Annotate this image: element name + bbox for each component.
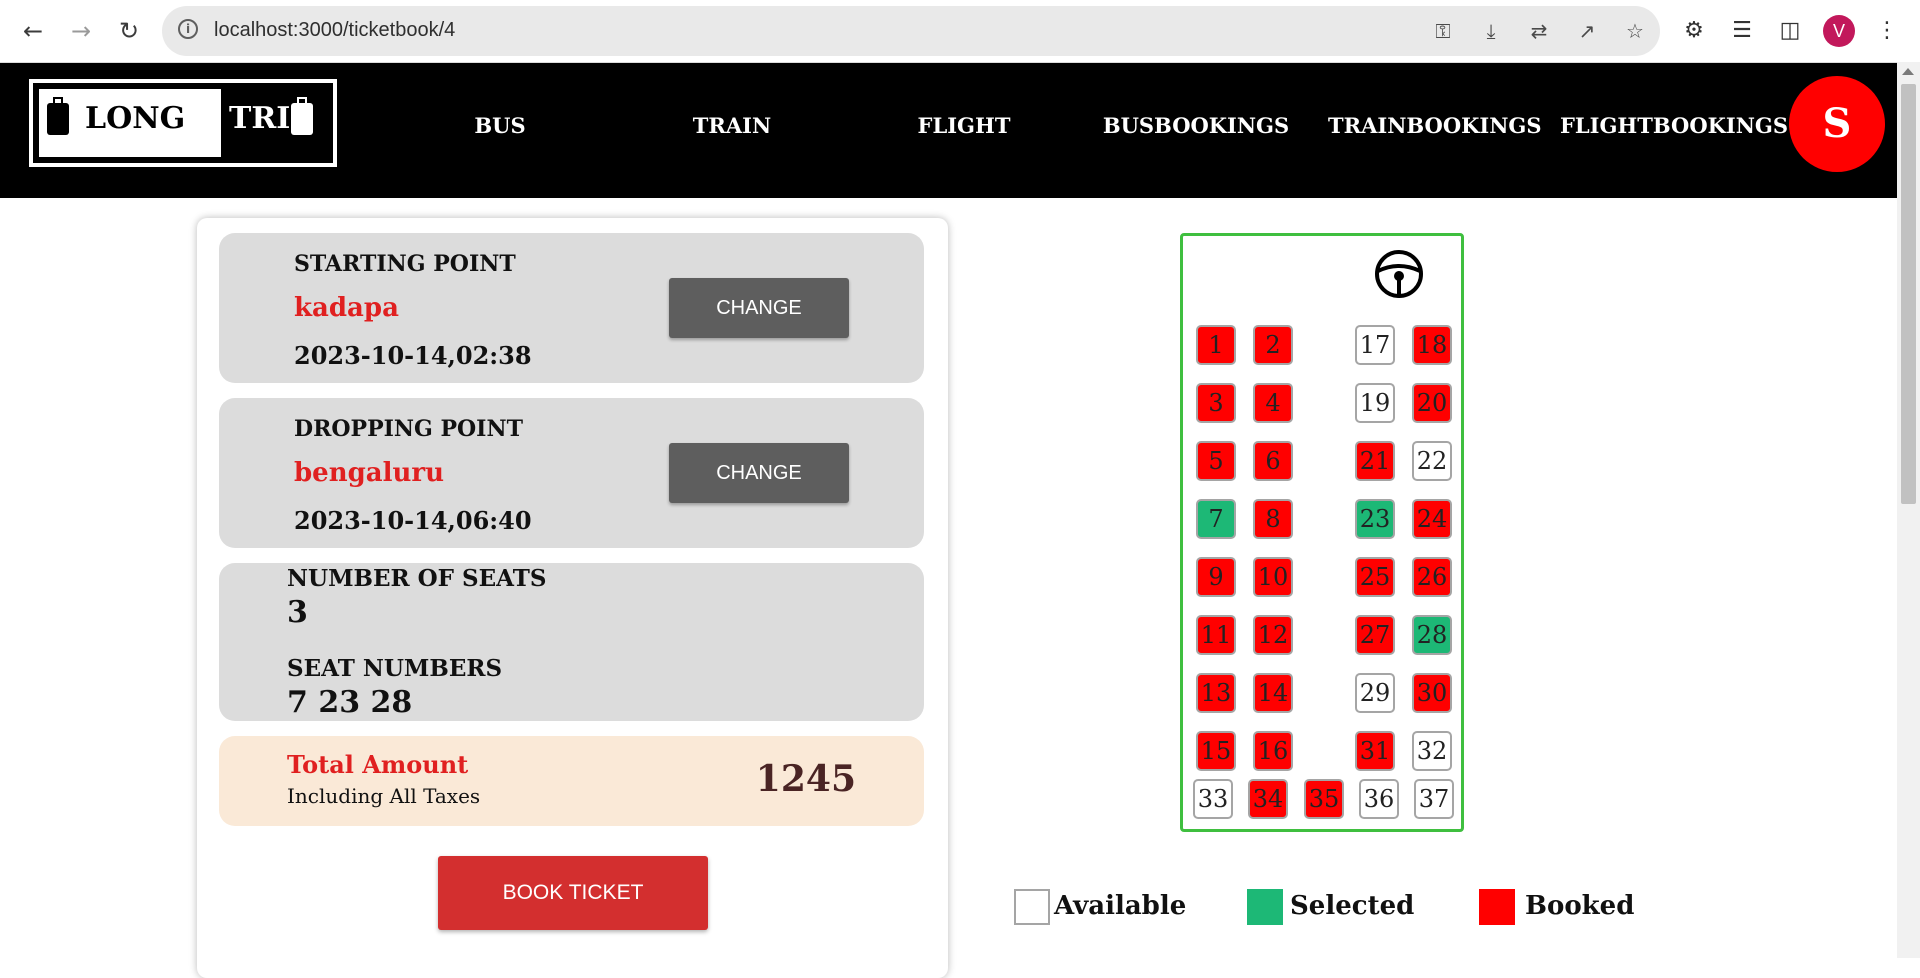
starting-point-place: kadapa	[294, 293, 399, 323]
seat-25[interactable]: 25	[1355, 557, 1395, 597]
total-amount-label: Total Amount	[287, 750, 469, 779]
back-icon[interactable]: ←	[14, 12, 52, 50]
browser-toolbar: ← → ↻ i localhost:3000/ticketbook/4 ⚿ ⤓ …	[0, 0, 1920, 63]
legend-selected-swatch	[1247, 889, 1283, 925]
share-icon[interactable]: ↗	[1574, 19, 1600, 43]
legend-booked-swatch	[1479, 889, 1515, 925]
seat-8[interactable]: 8	[1253, 499, 1293, 539]
seat-26[interactable]: 26	[1412, 557, 1452, 597]
seat-3[interactable]: 3	[1196, 383, 1236, 423]
seats-panel: NUMBER OF SEATS 3 SEAT NUMBERS 7 23 28	[219, 563, 924, 721]
scroll-up-arrow-icon[interactable]	[1902, 68, 1914, 75]
seat-2[interactable]: 2	[1253, 325, 1293, 365]
translate-icon[interactable]: ⇄	[1526, 19, 1552, 43]
seat-4[interactable]: 4	[1253, 383, 1293, 423]
nav-link-train[interactable]: TRAIN	[632, 113, 832, 138]
seat-numbers-label: SEAT NUMBERS	[287, 655, 503, 682]
legend-available-label: Available	[1054, 891, 1187, 921]
seat-22[interactable]: 22	[1412, 441, 1452, 481]
seat-count-value: 3	[287, 595, 308, 630]
dropping-point-datetime: 2023-10-14,06:40	[294, 506, 532, 535]
seat-12[interactable]: 12	[1253, 615, 1293, 655]
change-dropping-point-button[interactable]: CHANGE	[669, 443, 849, 503]
seat-27[interactable]: 27	[1355, 615, 1395, 655]
seat-14[interactable]: 14	[1253, 673, 1293, 713]
reload-icon[interactable]: ↻	[110, 12, 148, 50]
seat-1[interactable]: 1	[1196, 325, 1236, 365]
booking-summary-card: STARTING POINT kadapa 2023-10-14,02:38 C…	[197, 218, 948, 978]
seat-37[interactable]: 37	[1414, 779, 1454, 819]
side-panel-icon[interactable]: ◫	[1775, 16, 1805, 46]
seat-21[interactable]: 21	[1355, 441, 1395, 481]
browser-profile-avatar[interactable]: V	[1823, 15, 1855, 47]
seat-32[interactable]: 32	[1412, 731, 1452, 771]
seat-16[interactable]: 16	[1253, 731, 1293, 771]
scrollbar-thumb[interactable]	[1901, 84, 1916, 504]
logo-word-long: LONG	[85, 101, 186, 136]
total-amount-panel: Total Amount Including All Taxes 1245	[219, 736, 924, 826]
menu-kebab-icon[interactable]: ⋮	[1872, 16, 1902, 46]
seat-24[interactable]: 24	[1412, 499, 1452, 539]
seat-30[interactable]: 30	[1412, 673, 1452, 713]
url-text[interactable]: localhost:3000/ticketbook/4	[214, 19, 455, 42]
change-starting-point-button[interactable]: CHANGE	[669, 278, 849, 338]
total-amount-value: 1245	[755, 758, 856, 800]
seat-6[interactable]: 6	[1253, 441, 1293, 481]
dropping-point-place: bengaluru	[294, 458, 445, 488]
seat-count-label: NUMBER OF SEATS	[287, 565, 547, 592]
seat-17[interactable]: 17	[1355, 325, 1395, 365]
key-icon[interactable]: ⚿	[1430, 19, 1456, 43]
seat-33[interactable]: 33	[1193, 779, 1233, 819]
site-info-icon[interactable]: i	[178, 19, 198, 39]
legend-available-swatch	[1014, 889, 1050, 925]
seat-10[interactable]: 10	[1253, 557, 1293, 597]
nav-link-busbookings[interactable]: BUSBOOKINGS	[1096, 113, 1296, 138]
total-amount-subtitle: Including All Taxes	[287, 784, 481, 808]
page-scrollbar[interactable]	[1897, 62, 1920, 958]
seat-15[interactable]: 15	[1196, 731, 1236, 771]
nav-link-flightbookings[interactable]: FLIGHTBOOKINGS	[1560, 113, 1788, 138]
app-navbar: LONG TRIP BUS TRAIN FLIGHT BUSBOOKINGS T…	[0, 63, 1897, 198]
seat-9[interactable]: 9	[1196, 557, 1236, 597]
install-icon[interactable]: ⤓	[1478, 19, 1504, 43]
seat-11[interactable]: 11	[1196, 615, 1236, 655]
legend-booked-label: Booked	[1525, 891, 1635, 921]
nav-link-flight[interactable]: FLIGHT	[864, 113, 1064, 138]
suitcase-icon	[291, 97, 313, 135]
nav-link-trainbookings[interactable]: TRAINBOOKINGS	[1328, 113, 1542, 138]
starting-point-label: STARTING POINT	[294, 251, 516, 277]
seat-19[interactable]: 19	[1355, 383, 1395, 423]
book-ticket-button[interactable]: BOOK TICKET	[438, 856, 708, 930]
seat-7[interactable]: 7	[1196, 499, 1236, 539]
forward-icon[interactable]: →	[62, 12, 100, 50]
bus-seat-map: 1 2 3 4 5 6 7 8 9 10 11 12 13 14 15 16 17 18 19 20 21 22 23 24 2…	[1180, 233, 1464, 832]
bookmark-star-icon[interactable]: ☆	[1622, 19, 1648, 43]
address-bar[interactable]: i localhost:3000/ticketbook/4 ⚿ ⤓ ⇄ ↗ ☆	[162, 6, 1660, 56]
legend-selected-label: Selected	[1290, 891, 1415, 921]
seat-13[interactable]: 13	[1196, 673, 1236, 713]
starting-point-datetime: 2023-10-14,02:38	[294, 341, 532, 370]
extensions-puzzle-icon[interactable]: ⚙	[1679, 16, 1709, 46]
media-queue-icon[interactable]: ☰	[1727, 16, 1757, 46]
seat-numbers-value: 7 23 28	[287, 685, 413, 720]
seat-20[interactable]: 20	[1412, 383, 1452, 423]
site-logo[interactable]: LONG TRIP	[29, 79, 337, 167]
steering-wheel-icon	[1375, 250, 1423, 298]
seat-31[interactable]: 31	[1355, 731, 1395, 771]
nav-link-bus[interactable]: BUS	[400, 113, 600, 138]
suitcase-icon	[47, 97, 69, 135]
seat-18[interactable]: 18	[1412, 325, 1452, 365]
dropping-point-label: DROPPING POINT	[294, 416, 523, 442]
seat-23[interactable]: 23	[1355, 499, 1395, 539]
starting-point-panel: STARTING POINT kadapa 2023-10-14,02:38 C…	[219, 233, 924, 383]
seat-5[interactable]: 5	[1196, 441, 1236, 481]
seat-34[interactable]: 34	[1248, 779, 1288, 819]
user-avatar[interactable]: S	[1789, 76, 1885, 172]
dropping-point-panel: DROPPING POINT bengaluru 2023-10-14,06:4…	[219, 398, 924, 548]
seat-36[interactable]: 36	[1359, 779, 1399, 819]
seat-35[interactable]: 35	[1304, 779, 1344, 819]
seat-29[interactable]: 29	[1355, 673, 1395, 713]
seat-28[interactable]: 28	[1412, 615, 1452, 655]
